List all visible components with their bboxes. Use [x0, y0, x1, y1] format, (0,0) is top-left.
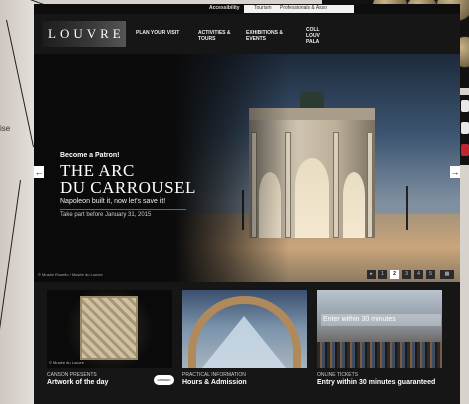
louvre-website: Accessibility Tourism Professionals & As… — [34, 4, 460, 404]
nav-exhibitions-events[interactable]: EXHIBITIONS & EVENTS — [246, 30, 283, 42]
carousel-page-2[interactable]: 2 — [390, 270, 399, 279]
nav-activities-tours[interactable]: ACTIVITIES & TOURS — [198, 30, 231, 42]
carousel-page-4[interactable]: 4 — [414, 270, 423, 279]
background-fragment-text: ise — [0, 124, 11, 133]
tourism-link[interactable]: Tourism — [254, 5, 272, 11]
canson-logo: canson — [154, 375, 174, 385]
artwork-image — [80, 296, 138, 360]
carousel-page-5[interactable]: 5 — [426, 270, 435, 279]
main-navigation: LOUVRE PLAN YOUR VISIT ACTIVITIES & TOUR… — [34, 14, 460, 54]
tile-kicker: PRACTICAL INFORMATION — [182, 372, 246, 378]
nav-label: EVENTS — [246, 36, 267, 42]
crowd-image — [317, 342, 442, 368]
hero-subtitle: Napoleon built it, now let's save it! — [60, 198, 166, 205]
hero-title[interactable]: THE ARC DU CARROUSEL — [60, 162, 196, 196]
tickets-overlay-label: Enter within 30 minutes — [321, 314, 441, 326]
carousel-grid-icon[interactable]: ▦ — [440, 270, 454, 279]
audience-switcher: Tourism Professionals & Asso — [244, 5, 354, 13]
social-icon[interactable] — [461, 144, 469, 156]
hero-carousel[interactable]: Become a Patron! THE ARC DU CARROUSEL Na… — [34, 54, 460, 282]
carousel-page-3[interactable]: 3 — [402, 270, 411, 279]
accessibility-link[interactable]: Accessibility — [209, 5, 240, 11]
tile-hours-admission[interactable] — [182, 290, 307, 368]
tile-title[interactable]: Entry within 30 minutes guaranteed — [317, 379, 435, 386]
photo-credit: © Musée Rosello / Musée du Louvre — [38, 272, 103, 277]
arch-frame — [188, 296, 301, 368]
professionals-link[interactable]: Professionals & Asso — [280, 5, 327, 11]
carousel-next-arrow-icon[interactable]: → — [450, 166, 460, 178]
hero-title-line: DU CARROUSEL — [60, 178, 196, 197]
nav-label: PALA — [306, 39, 320, 45]
hero-date-link[interactable]: Take part before January 31, 2015 — [60, 212, 151, 218]
tile-title[interactable]: Hours & Admission — [182, 379, 247, 386]
nav-label: PLAN YOUR VISIT — [136, 30, 180, 36]
nav-collections[interactable]: COLL LOUV PALA — [306, 27, 320, 45]
utility-bar: Accessibility Tourism Professionals & As… — [34, 4, 460, 14]
carousel-play-button[interactable]: ▸ — [367, 270, 376, 279]
tile-kicker: CANSON PRESENTS — [47, 372, 97, 378]
nav-plan-your-visit[interactable]: PLAN YOUR VISIT — [136, 30, 179, 36]
artwork-credit: © Musée du Louvre — [49, 360, 84, 365]
carousel-page-1[interactable]: 1 — [378, 270, 387, 279]
tile-online-tickets[interactable]: Enter within 30 minutes — [317, 290, 442, 368]
carousel-prev-arrow-icon[interactable]: ← — [34, 166, 44, 178]
tile-kicker: ONLINE TICKETS — [317, 372, 359, 378]
hero-title-line: THE ARC — [60, 161, 135, 180]
play-icon[interactable] — [461, 100, 469, 112]
hero-kicker: Become a Patron! — [60, 152, 120, 159]
share-icon[interactable] — [461, 122, 469, 134]
tile-title[interactable]: Artwork of the day — [47, 379, 108, 386]
hero-divider — [60, 209, 186, 210]
louvre-logo[interactable]: LOUVRE — [42, 21, 126, 47]
tile-artwork-of-the-day[interactable]: © Musée du Louvre — [47, 290, 172, 368]
nav-label: TOURS — [198, 36, 216, 42]
